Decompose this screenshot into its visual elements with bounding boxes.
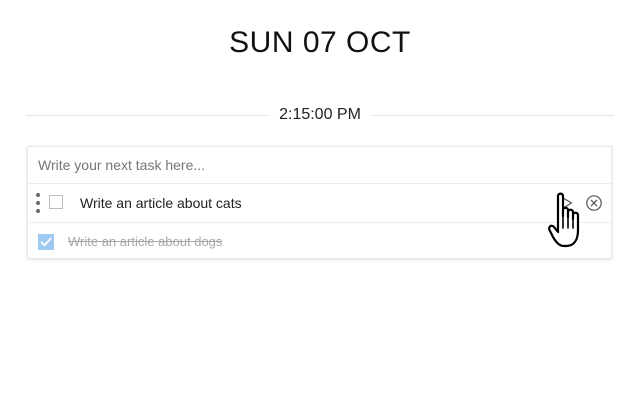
checkmark-icon: [40, 237, 52, 247]
task-item-completed: Write an article about dogs: [28, 222, 611, 260]
todo-app: SUN 07 OCT 2:15:00 PM Write an article a…: [0, 0, 640, 400]
task-card: Write an article about cats Write an art…: [27, 146, 612, 259]
date-title: SUN 07 OCT: [229, 26, 411, 59]
close-icon[interactable]: [585, 194, 603, 212]
play-icon[interactable]: [558, 195, 574, 211]
task-item: Write an article about cats: [28, 183, 611, 221]
new-task-input[interactable]: [28, 147, 611, 183]
task-label-completed: Write an article about dogs: [68, 234, 223, 249]
task-checkbox[interactable]: [49, 195, 63, 209]
task-label: Write an article about cats: [80, 195, 242, 211]
clock-divider-right: [370, 114, 615, 116]
task-checkbox-checked[interactable]: [38, 234, 54, 250]
clock-row: 2:15:00 PM: [26, 104, 615, 126]
drag-handle-icon[interactable]: [36, 193, 40, 213]
clock-time: 2:15:00 PM: [279, 106, 361, 123]
clock-divider-left: [26, 114, 270, 116]
